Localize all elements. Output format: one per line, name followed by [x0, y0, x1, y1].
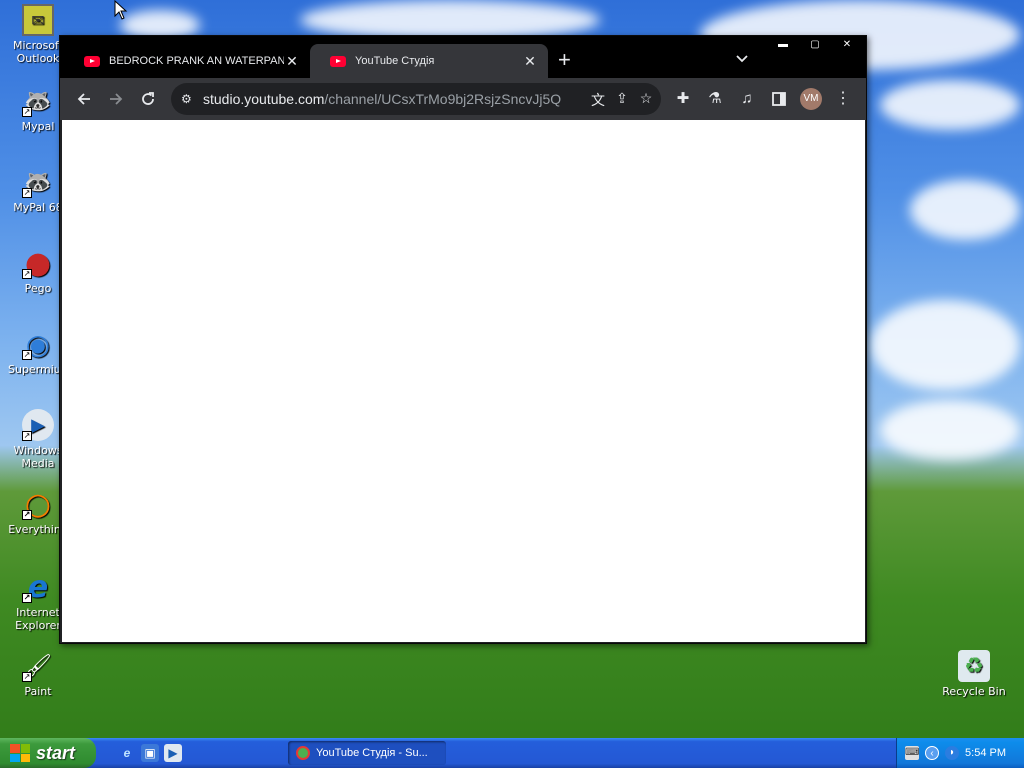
taskbar-item-label: YouTube Студія - Su...: [316, 747, 428, 759]
share-icon[interactable]: ⇪: [613, 90, 631, 107]
minimize-button[interactable]: ▬: [768, 38, 798, 52]
shortcut-arrow-icon: ↗: [22, 269, 32, 279]
extensions-puzzle-icon[interactable]: ✚: [672, 88, 694, 110]
shortcut-arrow-icon: ↗: [22, 672, 32, 682]
shortcut-arrow-icon: ↗: [22, 350, 32, 360]
clock[interactable]: 5:54 PM: [965, 747, 1006, 759]
paint-icon: 🖌 ↗: [22, 653, 52, 682]
chrome-icon: [296, 746, 310, 760]
system-tray: ⌨ ‹ ◗ 5:54 PM: [896, 738, 1024, 768]
new-tab-button[interactable]: +: [558, 49, 571, 71]
internet-explorer-icon: e ↗: [22, 569, 49, 605]
quicklaunch-app-icon[interactable]: ▣: [141, 744, 159, 762]
maximize-button[interactable]: ▢: [800, 38, 830, 52]
back-button[interactable]: [73, 88, 95, 110]
page-content: [62, 120, 865, 642]
forward-arrow-icon: [110, 93, 123, 105]
address-bar-url: studio.youtube.com/channel/UCsxTrMo9bj2R…: [203, 91, 562, 107]
recycle-bin-icon: ♻: [958, 650, 990, 682]
youtube-icon: [84, 55, 100, 67]
menu-kebab-icon[interactable]: ⋮: [832, 88, 854, 110]
desktop-icon-label: Internet Explorer: [15, 606, 61, 632]
keyboard-icon[interactable]: ⌨: [905, 746, 919, 760]
browser-toolbar: ⚙ studio.youtube.com/channel/UCsxTrMo9bj…: [60, 78, 866, 120]
everything-icon: ○ ↗: [22, 486, 52, 522]
outlook-icon: ✉: [22, 4, 54, 36]
media-player-icon: ▶ ↗: [22, 409, 54, 441]
shortcut-arrow-icon: ↗: [22, 431, 32, 441]
shortcut-arrow-icon: ↗: [22, 188, 32, 198]
start-label: start: [36, 742, 76, 763]
desktop-icon-label: Paint: [24, 685, 52, 698]
browser-window: BEDROCK PRANK AN WATERPANDA ✕ YouTube Ст…: [59, 35, 867, 644]
quicklaunch-ie-icon[interactable]: e: [118, 744, 136, 762]
pego-icon: ● ↗: [22, 245, 52, 281]
tray-expand-icon[interactable]: ‹: [925, 746, 939, 760]
tab-youtube-studio[interactable]: YouTube Студія ✕: [310, 44, 548, 78]
desktop-icon-paint[interactable]: 🖌 ↗ Paint: [0, 650, 76, 698]
forward-button[interactable]: [105, 88, 127, 110]
windows-flag-icon: [10, 744, 30, 762]
tab-strip: BEDROCK PRANK AN WATERPANDA ✕ YouTube Ст…: [60, 36, 866, 78]
media-queue-icon[interactable]: ♫: [736, 88, 758, 110]
address-bar[interactable]: ⚙ studio.youtube.com/channel/UCsxTrMo9bj…: [171, 83, 661, 115]
shortcut-arrow-icon: ↗: [22, 107, 32, 117]
supermium-icon: ◉ ↗: [22, 327, 51, 361]
taskbar-item-youtube-studio[interactable]: YouTube Студія - Su...: [288, 741, 446, 765]
mypal68-icon: 🦝 ↗: [22, 169, 52, 198]
desktop-icon-label: Recycle Bin: [942, 685, 1006, 698]
tab-title: YouTube Студія: [355, 55, 435, 67]
labs-flask-icon[interactable]: ⚗: [704, 88, 726, 110]
window-controls: ▬ ▢ ✕: [768, 38, 862, 52]
mypal-icon: 🦝 ↗: [22, 88, 52, 117]
mouse-cursor-icon: [114, 0, 128, 25]
start-button[interactable]: start: [0, 738, 96, 768]
side-panel-icon[interactable]: [768, 88, 790, 110]
network-icon[interactable]: ◗: [945, 746, 959, 760]
back-arrow-icon: [77, 93, 90, 105]
tab-bedrock-prank[interactable]: BEDROCK PRANK AN WATERPANDA ✕: [64, 44, 310, 78]
shortcut-arrow-icon: ↗: [22, 593, 32, 603]
quicklaunch-media-icon[interactable]: ▶: [164, 744, 182, 762]
tab-title: BEDROCK PRANK AN WATERPANDA: [109, 55, 284, 67]
tab-close-icon[interactable]: ✕: [284, 53, 300, 70]
desktop-icon-recycle-bin[interactable]: ♻ Recycle Bin: [936, 650, 1012, 698]
shortcut-arrow-icon: ↗: [22, 510, 32, 520]
reload-icon: [142, 92, 154, 105]
tab-close-icon[interactable]: ✕: [522, 53, 538, 70]
youtube-icon: [330, 55, 346, 67]
taskbar: start e ▣ ▶ YouTube Студія - Su... ⌨ ‹ ◗…: [0, 738, 1024, 768]
profile-avatar[interactable]: VM: [800, 88, 822, 110]
translate-icon[interactable]: 文: [589, 90, 607, 110]
reload-button[interactable]: [137, 88, 159, 110]
close-window-button[interactable]: ✕: [832, 38, 862, 52]
site-settings-icon[interactable]: ⚙: [181, 92, 201, 106]
bookmark-star-icon[interactable]: ☆: [637, 90, 655, 107]
tab-search-chevron-icon[interactable]: [736, 52, 748, 66]
